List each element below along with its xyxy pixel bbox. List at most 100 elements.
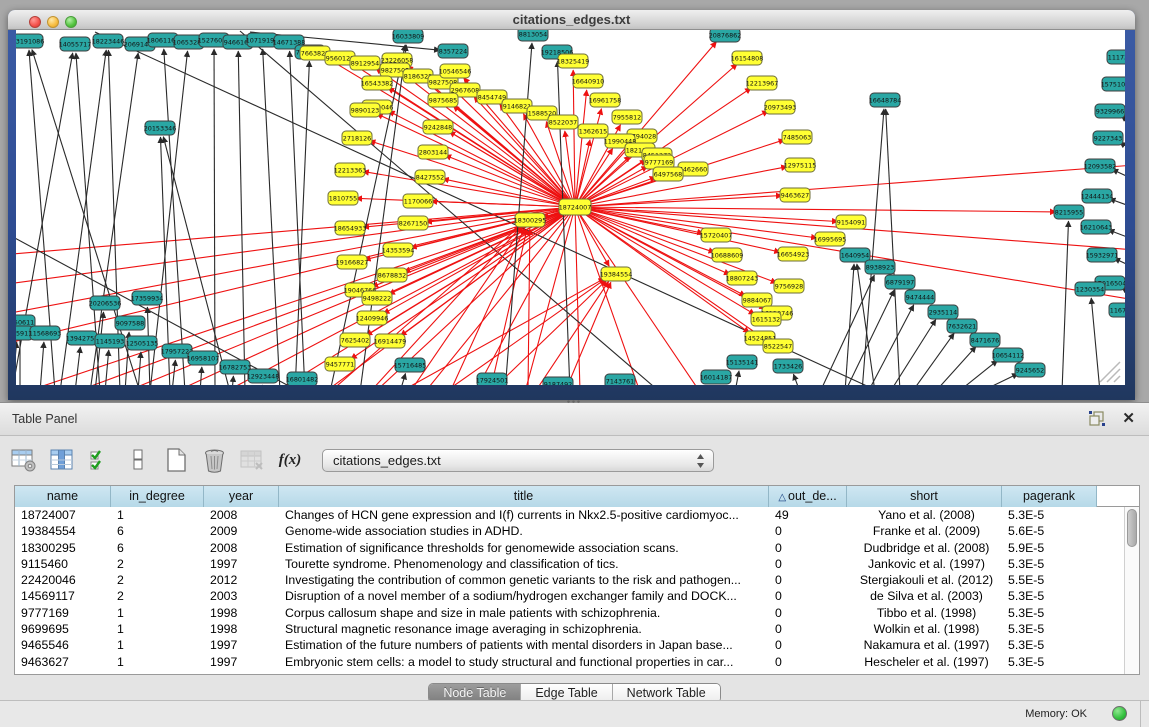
graph-node[interactable]: 9329966: [1095, 104, 1125, 118]
new-file-icon[interactable]: [162, 446, 190, 474]
graph-node[interactable]: 15751074: [1101, 77, 1125, 91]
graph-node[interactable]: 15716485: [394, 358, 427, 372]
window-titlebar[interactable]: citations_edges.txt: [8, 10, 1135, 30]
graph-node[interactable]: 8522037: [548, 115, 578, 129]
graph-node[interactable]: 1810755: [328, 191, 358, 205]
graph-node[interactable]: 1145193: [95, 334, 125, 348]
table-settings-icon[interactable]: [10, 446, 38, 474]
graph-node[interactable]: 18724007: [559, 199, 592, 215]
table-row[interactable]: 969969511998Structural magnetic resonanc…: [15, 621, 1124, 637]
graph-node[interactable]: 16654923: [777, 247, 810, 261]
graph-node[interactable]: 18223446: [92, 34, 125, 48]
graph-node[interactable]: 9154091: [836, 215, 866, 229]
graph-canvas[interactable]: 2319108614055717182234462069140618061162…: [16, 30, 1125, 385]
column-visibility-icon[interactable]: [48, 446, 76, 474]
table-row[interactable]: 1830029562008Estimation of significance …: [15, 540, 1124, 556]
graph-node[interactable]: 14353594: [382, 243, 415, 257]
graph-node[interactable]: 12444134: [1081, 189, 1114, 203]
column-header-title[interactable]: title: [279, 486, 769, 507]
column-header-out_degree[interactable]: △out_de...: [769, 486, 847, 507]
graph-node[interactable]: 9756928: [774, 279, 804, 293]
graph-node[interactable]: 16640910: [572, 74, 605, 88]
select-all-icon[interactable]: [86, 446, 114, 474]
graph-node[interactable]: 16958107: [187, 351, 220, 365]
graph-node[interactable]: 12213967: [746, 76, 779, 90]
column-header-year[interactable]: year: [204, 486, 279, 507]
graph-node[interactable]: 16014187: [700, 370, 733, 384]
graph-node[interactable]: 12505135: [126, 336, 159, 350]
graph-node[interactable]: 6879197: [885, 275, 915, 289]
table-row[interactable]: 946362711997Embryonic stem cells: a mode…: [15, 654, 1124, 670]
graph-node[interactable]: 12409946: [356, 311, 389, 325]
graph-node[interactable]: 17359934: [131, 291, 164, 305]
row-height-icon[interactable]: [124, 446, 152, 474]
graph-node[interactable]: 7632621: [947, 319, 977, 333]
graph-node[interactable]: 9463627: [780, 188, 810, 202]
graph-node[interactable]: 16914479: [374, 334, 407, 348]
graph-node[interactable]: 20876862: [709, 30, 742, 42]
table-row[interactable]: 1872400712008Changes of HCN gene express…: [15, 507, 1124, 523]
graph-node[interactable]: 16154808: [731, 51, 764, 65]
column-header-short[interactable]: short: [847, 486, 1002, 507]
graph-node[interactable]: 2803144: [418, 145, 448, 159]
graph-node[interactable]: 16961758: [589, 93, 622, 107]
graph-node[interactable]: 16210643: [1080, 220, 1113, 234]
graph-node[interactable]: 1362615: [578, 124, 608, 138]
graph-node[interactable]: 1170066: [403, 194, 433, 208]
resize-grip[interactable]: [1100, 362, 1120, 382]
graph-node[interactable]: 2935114: [928, 305, 958, 319]
graph-node[interactable]: 8357224: [438, 44, 468, 58]
graph-node[interactable]: 9884067: [742, 293, 772, 307]
graph-node[interactable]: 14055717: [59, 37, 92, 51]
table-row[interactable]: 977716911998Corpus callosum shape and si…: [15, 605, 1124, 621]
graph-node[interactable]: 1167533: [1109, 303, 1125, 317]
graph-node[interactable]: 9474444: [905, 290, 935, 304]
graph-node[interactable]: 10654112: [992, 348, 1025, 362]
graph-node[interactable]: 10546546: [439, 64, 472, 78]
graph-node[interactable]: 1117304: [1107, 50, 1125, 64]
graph-node[interactable]: 9097588: [115, 316, 145, 330]
graph-node[interactable]: 16995695: [814, 232, 847, 246]
graph-node[interactable]: 12093582: [1084, 159, 1117, 173]
graph-node[interactable]: 18807243: [726, 271, 759, 285]
network-canvas[interactable]: 2319108614055717182234462069140618061162…: [16, 30, 1125, 385]
table-select[interactable]: citations_edges.txt: [322, 449, 714, 472]
graph-node[interactable]: 17924501: [476, 373, 509, 385]
graph-node[interactable]: 8427552: [415, 170, 445, 184]
graph-node[interactable]: 8813054: [518, 30, 548, 41]
scrollbar-thumb[interactable]: [1127, 509, 1137, 547]
graph-node[interactable]: 16648784: [869, 93, 902, 107]
graph-node[interactable]: 18325419: [557, 54, 590, 68]
graph-node[interactable]: 15932971: [1086, 248, 1119, 262]
float-panel-icon[interactable]: [1089, 411, 1105, 426]
graph-node[interactable]: 18654933: [334, 221, 367, 235]
graph-node[interactable]: 15135141: [726, 355, 759, 369]
graph-node[interactable]: 8215955: [1054, 205, 1084, 219]
graph-node[interactable]: 18300295: [514, 213, 547, 227]
graph-node[interactable]: 9245652: [1015, 363, 1045, 377]
graph-node[interactable]: 16543382: [361, 76, 394, 90]
graph-node[interactable]: 8938923: [865, 260, 895, 274]
table-row[interactable]: 911546021997Tourette syndrome. Phenomeno…: [15, 556, 1124, 572]
graph-node[interactable]: 8522547: [763, 339, 793, 353]
graph-node[interactable]: 20206536: [89, 296, 122, 310]
column-header-name[interactable]: name: [15, 486, 111, 507]
graph-node[interactable]: 13942757: [66, 331, 99, 345]
graph-node[interactable]: 8912954: [350, 56, 380, 70]
graph-node[interactable]: 2718126: [342, 131, 372, 145]
graph-node[interactable]: 15720407: [700, 228, 733, 242]
graph-node[interactable]: 7485063: [782, 130, 812, 144]
splitter-handle[interactable]: [566, 399, 582, 405]
column-header-in_degree[interactable]: in_degree: [111, 486, 204, 507]
graph-node[interactable]: 20153346: [144, 121, 177, 135]
graph-node[interactable]: 9457771: [325, 357, 355, 371]
graph-node[interactable]: 8678832: [377, 268, 407, 282]
table-row[interactable]: 946554611997Estimation of the future num…: [15, 637, 1124, 653]
close-panel-icon[interactable]: ✕: [1122, 409, 1135, 427]
graph-node[interactable]: 10688609: [711, 248, 744, 262]
graph-node[interactable]: 12975115: [784, 158, 817, 172]
graph-node[interactable]: 6497568: [653, 167, 683, 181]
graph-node[interactable]: 7625402: [340, 333, 370, 347]
column-header-pagerank[interactable]: pagerank: [1002, 486, 1097, 507]
graph-node[interactable]: 11568693: [29, 326, 62, 340]
